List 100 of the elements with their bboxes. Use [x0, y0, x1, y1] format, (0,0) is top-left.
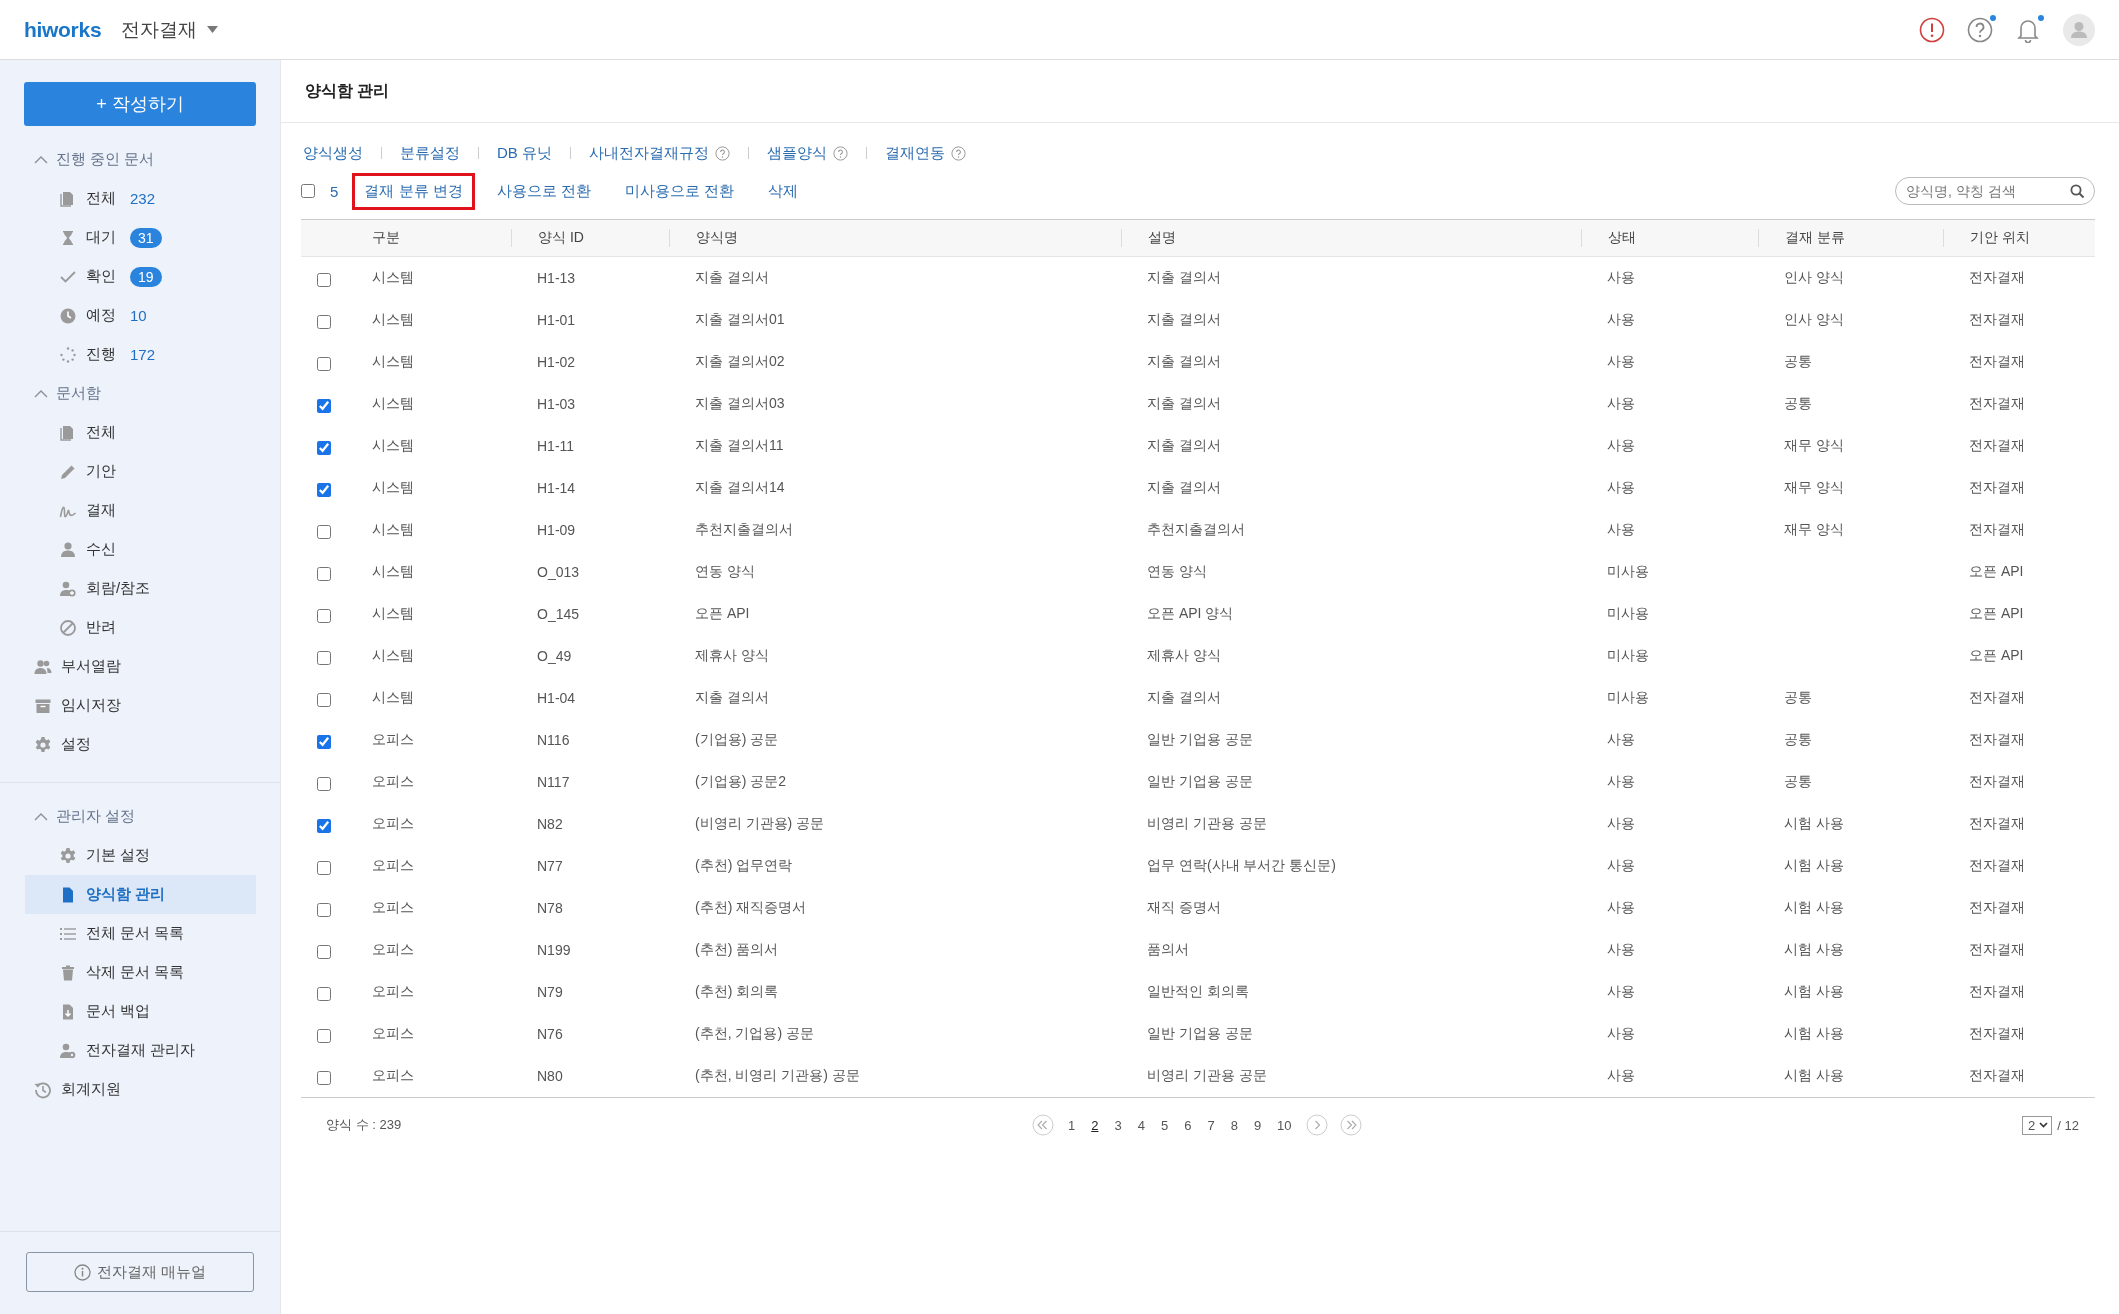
row-checkbox[interactable] [316, 566, 331, 581]
gear-icon [59, 846, 77, 865]
row-checkbox[interactable] [316, 440, 331, 455]
page-link[interactable]: 10 [1269, 1117, 1300, 1133]
table-cell: N76 [537, 1026, 563, 1042]
sidebar-item[interactable]: 양식함 관리 [25, 875, 256, 914]
table-cell: 시험 사용 [1784, 899, 1844, 915]
page-link[interactable]: 5 [1152, 1117, 1177, 1133]
table-cell: 전자결재 [1969, 941, 2025, 957]
section-header[interactable]: 문서함 [0, 374, 280, 413]
row-checkbox[interactable] [316, 944, 331, 959]
row-checkbox[interactable] [316, 314, 331, 329]
help-icon[interactable] [833, 145, 848, 161]
table-cell: 사용 [1607, 521, 1635, 537]
row-checkbox[interactable] [316, 650, 331, 665]
info-icon [73, 1263, 91, 1281]
row-checkbox[interactable] [316, 356, 331, 371]
page-select[interactable]: 2 [2022, 1115, 2053, 1135]
row-checkbox[interactable] [316, 902, 331, 917]
row-checkbox[interactable] [316, 818, 331, 833]
sidebar-item[interactable]: 부서열람 [0, 647, 280, 686]
tab-link[interactable]: 결재연동 [885, 143, 945, 163]
row-checkbox[interactable] [316, 524, 331, 539]
table-cell: (추천, 기업용) 공문 [695, 1025, 814, 1041]
page-link[interactable]: 3 [1106, 1117, 1130, 1133]
table-cell: 비영리 기관용 공문 [1147, 815, 1267, 831]
sidebar-item[interactable]: 설정 [0, 725, 280, 764]
table-cell: 전자결재 [1969, 689, 2025, 705]
manual-button[interactable]: 전자결재 매뉴얼 [26, 1252, 254, 1292]
action-link[interactable]: 결재 분류 변경 [352, 172, 475, 210]
action-link[interactable]: 미사용으로 전환 [612, 172, 747, 210]
logo[interactable]: hiworks [24, 17, 102, 42]
row-checkbox[interactable] [316, 272, 331, 287]
row-checkbox[interactable] [316, 608, 331, 623]
page-link[interactable]: 8 [1222, 1117, 1246, 1133]
table-cell: 지출 결의서 [1147, 395, 1221, 411]
sidebar-item[interactable]: 삭제 문서 목록 [25, 953, 256, 992]
help-icon[interactable] [951, 145, 966, 161]
help-icon[interactable] [1967, 16, 1993, 43]
table-cell: 연동 양식 [1147, 563, 1207, 579]
table-cell: H1-13 [537, 270, 576, 286]
sidebar-item[interactable]: 전체 232 [25, 179, 256, 218]
row-checkbox[interactable] [316, 1028, 331, 1043]
table-cell: 공통 [1784, 395, 1812, 411]
app-menu-dropdown[interactable]: 전자결재 [121, 16, 219, 43]
section-header[interactable]: 진행 중인 문서 [0, 140, 280, 179]
row-checkbox[interactable] [316, 776, 331, 791]
page-link[interactable]: 2 [1083, 1117, 1107, 1133]
tab-link[interactable]: DB 유닛 [497, 143, 552, 163]
action-link[interactable]: 삭제 [756, 172, 811, 210]
sidebar-item[interactable]: 문서 백업 [25, 992, 256, 1031]
action-link[interactable]: 사용으로 전환 [484, 172, 603, 210]
row-checkbox[interactable] [316, 398, 331, 413]
table-cell: 추천지출결의서 [695, 521, 793, 537]
user-icon [59, 540, 77, 559]
row-checkbox[interactable] [316, 482, 331, 497]
section-header[interactable]: 관리자 설정 [0, 797, 280, 836]
sidebar-item[interactable]: 전체 [25, 413, 256, 452]
tab-link[interactable]: 샘플양식 [767, 143, 827, 163]
sidebar-item[interactable]: 회계지원 [0, 1070, 280, 1109]
sidebar-item[interactable]: 진행 172 [25, 335, 256, 374]
sidebar-item[interactable]: 회람/참조 [25, 569, 256, 608]
table-cell: 지출 결의서 [1147, 353, 1221, 369]
table-cell: 공통 [1784, 773, 1812, 789]
count-label: 172 [130, 346, 156, 363]
sidebar-item[interactable]: 예정 10 [25, 296, 256, 335]
page-link[interactable]: 1 [1060, 1117, 1084, 1133]
tab-link[interactable]: 사내전자결재규정 [589, 143, 709, 163]
sidebar-item[interactable]: 전체 문서 목록 [25, 914, 256, 953]
table-cell: 지출 결의서 [695, 269, 769, 285]
sidebar-item[interactable]: 반려 [25, 608, 256, 647]
row-checkbox[interactable] [316, 734, 331, 749]
sidebar-item[interactable]: 대기 31 [25, 218, 256, 257]
sidebar-item[interactable]: 전자결재 관리자 [25, 1031, 256, 1070]
row-checkbox[interactable] [316, 986, 331, 1001]
row-checkbox[interactable] [316, 1070, 331, 1085]
page-link[interactable]: 9 [1245, 1117, 1270, 1133]
search-icon[interactable] [2070, 184, 2085, 199]
compose-button[interactable]: + 작성하기 [24, 82, 256, 126]
row-checkbox[interactable] [316, 692, 331, 707]
table-cell: 전자결재 [1969, 521, 2025, 537]
sidebar-item[interactable]: 임시저장 [0, 686, 280, 725]
page-link[interactable]: 4 [1129, 1117, 1153, 1133]
page-link[interactable]: 6 [1176, 1117, 1200, 1133]
select-all-checkbox[interactable] [301, 184, 315, 198]
row-checkbox[interactable] [316, 860, 331, 875]
sidebar-item[interactable]: 결재 [25, 491, 256, 530]
alert-icon[interactable] [1919, 16, 1945, 43]
tab-link[interactable]: 분류설정 [400, 143, 460, 163]
search-field[interactable]: 양식명, 약칭 검색 [1895, 177, 2095, 205]
sidebar-item[interactable]: 확인 19 [25, 257, 256, 296]
sidebar-item[interactable]: 기안 [25, 452, 256, 491]
table-cell: 사용 [1607, 269, 1635, 285]
sidebar-item[interactable]: 수신 [25, 530, 256, 569]
table-cell: 전자결재 [1969, 479, 2025, 495]
tab-link[interactable]: 양식생성 [303, 143, 363, 163]
sidebar-item[interactable]: 기본 설정 [25, 836, 256, 875]
help-icon[interactable] [715, 145, 730, 161]
page-link[interactable]: 7 [1199, 1117, 1223, 1133]
table-cell: O_145 [537, 606, 580, 622]
